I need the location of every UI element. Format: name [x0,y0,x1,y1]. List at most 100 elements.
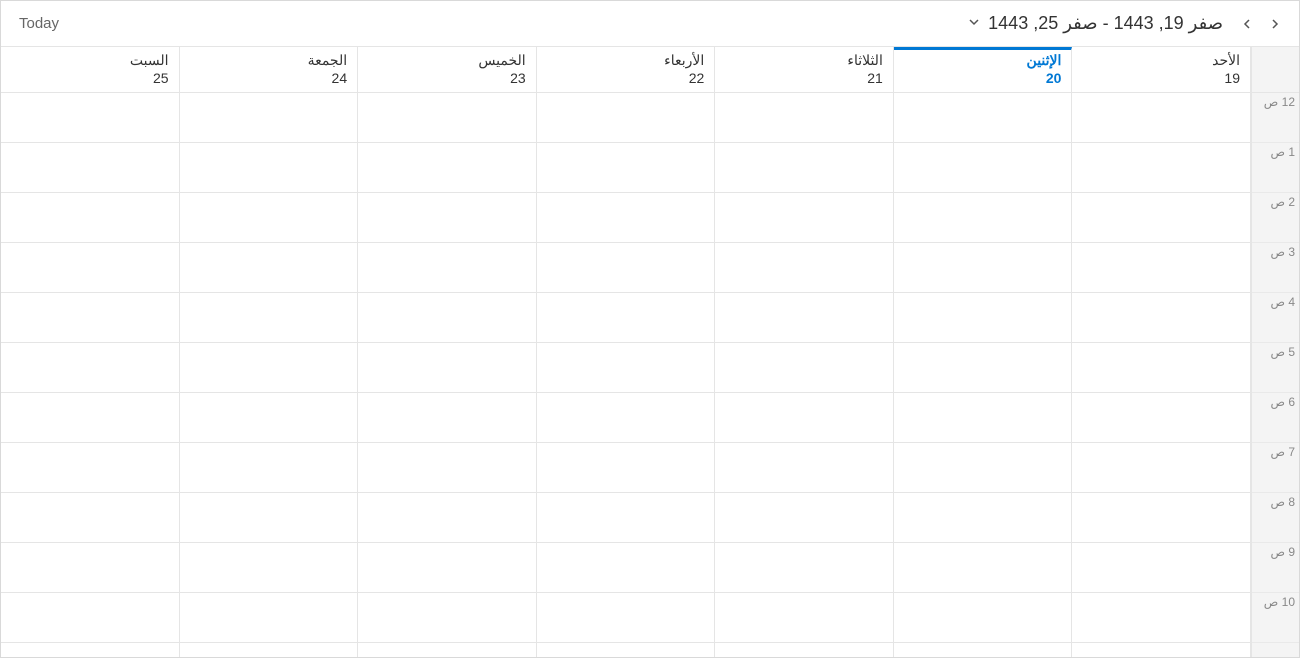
calendar-cell[interactable] [1,243,179,293]
calendar-cell[interactable] [180,543,358,593]
calendar-cell[interactable] [180,243,358,293]
calendar-cell[interactable] [894,143,1072,193]
time-label: 2 ص [1270,195,1295,209]
day-header[interactable]: الخميس 23 [358,47,537,92]
calendar-cell[interactable] [894,243,1072,293]
calendar-cell[interactable] [1,443,179,493]
calendar-cell[interactable] [537,193,715,243]
calendar-cell[interactable] [1072,343,1250,393]
calendar-cell[interactable] [1072,243,1250,293]
calendar-cell[interactable] [1072,443,1250,493]
calendar-cell[interactable] [180,393,358,443]
day-header[interactable]: الثلاثاء 21 [715,47,894,92]
chevron-down-icon [968,16,980,31]
day-number: 19 [1077,70,1240,86]
calendar-cell[interactable] [894,343,1072,393]
prev-week-button[interactable] [1233,10,1261,38]
calendar-cell[interactable] [358,393,536,443]
calendar-cell[interactable] [715,343,893,393]
day-column [715,93,894,657]
calendar-cell[interactable] [894,493,1072,543]
calendar-cell[interactable] [358,143,536,193]
calendar-cell[interactable] [715,93,893,143]
time-slot: 1 ص [1252,143,1299,193]
calendar-cell[interactable] [1,293,179,343]
calendar-cell[interactable] [1,143,179,193]
next-week-button[interactable] [1261,10,1289,38]
calendar-cell[interactable] [715,293,893,343]
calendar-cell[interactable] [537,493,715,543]
calendar-cell[interactable] [1072,543,1250,593]
calendar-cell[interactable] [180,593,358,643]
calendar-cell[interactable] [358,243,536,293]
calendar-cell[interactable] [358,343,536,393]
calendar-cell[interactable] [537,393,715,443]
calendar-cell[interactable] [894,93,1072,143]
calendar-cell[interactable] [1072,193,1250,243]
time-label: 9 ص [1270,545,1295,559]
calendar-cell[interactable] [358,93,536,143]
calendar-cell[interactable] [715,393,893,443]
time-gutter: 12 ص1 ص2 ص3 ص4 ص5 ص6 ص7 ص8 ص9 ص10 ص [1251,93,1299,657]
calendar-cell[interactable] [1072,493,1250,543]
calendar-cell[interactable] [715,243,893,293]
calendar-cell[interactable] [1,93,179,143]
calendar-cell[interactable] [180,143,358,193]
time-label: 8 ص [1270,495,1295,509]
calendar-cell[interactable] [537,143,715,193]
calendar-cell[interactable] [715,443,893,493]
calendar-cell[interactable] [715,143,893,193]
calendar-cell[interactable] [537,343,715,393]
time-label: 5 ص [1270,345,1295,359]
time-slot: 10 ص [1252,593,1299,643]
calendar-cell[interactable] [894,393,1072,443]
day-header[interactable]: الإثنين 20 [894,47,1073,92]
calendar-cell[interactable] [537,93,715,143]
calendar-cell[interactable] [894,443,1072,493]
calendar-cell[interactable] [894,193,1072,243]
calendar-cell[interactable] [180,93,358,143]
date-range-dropdown[interactable]: صفر 19, 1443 - صفر 25, 1443 [966,13,1223,34]
calendar-cell[interactable] [537,593,715,643]
calendar-cell[interactable] [537,293,715,343]
calendar-cell[interactable] [358,493,536,543]
today-button[interactable]: Today [11,11,67,36]
calendar-cell[interactable] [358,593,536,643]
calendar-cell[interactable] [715,193,893,243]
calendar-cell[interactable] [715,543,893,593]
calendar-cell[interactable] [1072,293,1250,343]
calendar-cell[interactable] [537,243,715,293]
calendar-cell[interactable] [715,493,893,543]
calendar-cell[interactable] [358,193,536,243]
calendar-cell[interactable] [537,543,715,593]
calendar-cell[interactable] [180,493,358,543]
calendar-cell[interactable] [180,443,358,493]
calendar-cell[interactable] [537,443,715,493]
calendar-cell[interactable] [1,493,179,543]
calendar-cell[interactable] [894,293,1072,343]
day-header[interactable]: الجمعة 24 [180,47,359,92]
calendar-cell[interactable] [180,343,358,393]
day-name: الأربعاء [664,52,704,68]
day-header[interactable]: الأحد 19 [1072,47,1251,92]
calendar-cell[interactable] [180,193,358,243]
day-header[interactable]: الأربعاء 22 [537,47,716,92]
calendar-cell[interactable] [715,593,893,643]
time-label: 4 ص [1270,295,1295,309]
calendar-cell[interactable] [1072,393,1250,443]
calendar-cell[interactable] [1072,93,1250,143]
calendar-cell[interactable] [1,593,179,643]
calendar-cell[interactable] [894,593,1072,643]
calendar-cell[interactable] [1,543,179,593]
calendar-cell[interactable] [1,343,179,393]
calendar-cell[interactable] [1072,143,1250,193]
calendar-cell[interactable] [1072,593,1250,643]
calendar-cell[interactable] [1,393,179,443]
calendar-cell[interactable] [358,443,536,493]
calendar-cell[interactable] [180,293,358,343]
calendar-cell[interactable] [358,543,536,593]
day-header[interactable]: السبت 25 [1,47,180,92]
calendar-cell[interactable] [1,193,179,243]
calendar-cell[interactable] [358,293,536,343]
calendar-cell[interactable] [894,543,1072,593]
